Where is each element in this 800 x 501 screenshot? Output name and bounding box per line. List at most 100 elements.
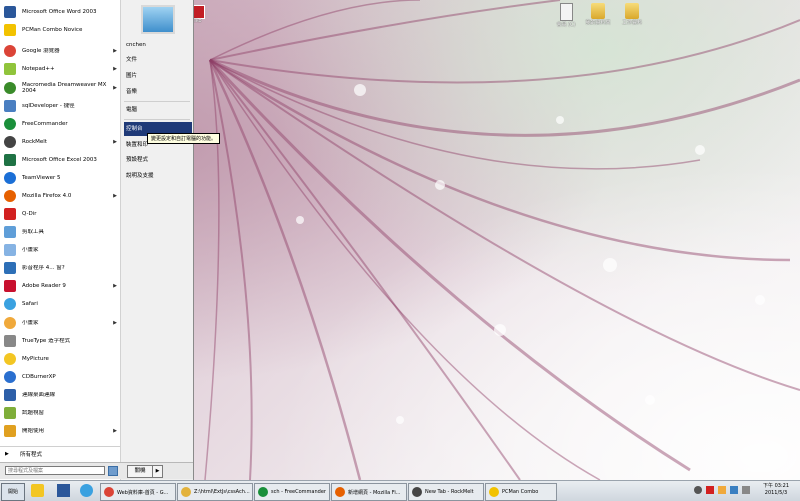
notepad-icon (4, 63, 16, 75)
folder-icon (625, 3, 639, 19)
font-editor-icon (4, 335, 16, 347)
menu-item-pictures[interactable]: 圖片 (124, 69, 192, 83)
taskbar-window[interactable]: sch - FreeCommander (254, 483, 330, 501)
chrome-icon (104, 487, 114, 497)
program-item[interactable]: TeamViewer 5 (0, 169, 120, 187)
folder-icon (181, 487, 191, 497)
program-item[interactable]: Notepad++ ▶ (0, 60, 120, 78)
volume-icon[interactable] (742, 486, 750, 494)
program-list: Microsoft Office Word 2003 PCMan Combo N… (0, 0, 121, 480)
menu-item-documents[interactable]: 文件 (124, 53, 192, 67)
program-item[interactable]: 試題視窗 (0, 404, 120, 422)
tooltip: 變更設定和自訂電腦的功能。 (147, 133, 221, 144)
network-icon[interactable] (730, 486, 738, 494)
taskbar-window[interactable]: 新增網頁 - Mozilla Fi... (331, 483, 407, 501)
desktop-folder-icon[interactable]: 工作資料 (614, 3, 650, 26)
remote-desktop-icon (4, 389, 16, 401)
clock[interactable]: 下午 03:21 2011/5/3 (755, 483, 797, 497)
accessory-icon (4, 317, 16, 329)
taskbar-window[interactable]: Z:\html\ExtJs\cssAch... (177, 483, 253, 501)
freecommander-icon (4, 118, 16, 130)
program-item[interactable]: 小畫家 ▶ (0, 314, 120, 332)
all-programs-button[interactable]: ▶ 所有程式 (0, 446, 120, 461)
chevron-right-icon: ▶ (155, 468, 160, 474)
search-input[interactable] (5, 466, 105, 475)
submenu-arrow-icon: ▶ (113, 320, 117, 326)
excel-icon (4, 154, 16, 166)
taskbar-window[interactable]: New Tab - RockMelt (408, 483, 484, 501)
menu-item-music[interactable]: 音樂 (124, 85, 192, 99)
program-item[interactable]: Microsoft Office Word 2003 (0, 3, 120, 21)
cdburner-icon (4, 371, 16, 383)
desktop-folder-icon[interactable]: 我的資料夾 (580, 3, 616, 26)
user-picture[interactable] (141, 5, 175, 34)
safari-icon (4, 298, 16, 310)
app-icon (4, 407, 16, 419)
program-item[interactable]: FreeCommander (0, 115, 120, 133)
mypicture-icon (4, 353, 16, 365)
menu-item-help[interactable]: 說明及支援 (124, 169, 192, 183)
program-item[interactable]: 連線桌面連線 (0, 386, 120, 404)
submenu-arrow-icon: ▶ (113, 85, 117, 91)
tray-app-icon[interactable] (706, 486, 714, 494)
getting-started-icon (4, 425, 16, 437)
taskbar-window[interactable]: Web資料庫-首頁 - G... (100, 483, 176, 501)
submenu-arrow-icon: ▶ (113, 66, 117, 72)
taskbar: 開始 Web資料庫-首頁 - G... Z:\html\ExtJs\cssAch… (0, 480, 800, 501)
program-item[interactable]: 小畫家 (0, 241, 120, 259)
program-item[interactable]: MyPicture (0, 350, 120, 368)
program-item[interactable]: Microsoft Office Excel 2003 (0, 151, 120, 169)
program-item[interactable]: RockMelt ▶ (0, 133, 120, 151)
start-menu: Microsoft Office Word 2003 PCMan Combo N… (0, 0, 221, 480)
word-icon[interactable] (57, 484, 70, 497)
program-item[interactable]: 剪取工具 (0, 223, 120, 241)
submenu-arrow-icon: ▶ (113, 139, 117, 145)
explorer-icon[interactable] (31, 484, 44, 497)
shutdown-options-button[interactable]: ▶ (152, 465, 163, 478)
ie-icon[interactable] (80, 484, 93, 497)
program-item[interactable]: 影音程序 4... 窗? (0, 259, 120, 277)
dreamweaver-icon (4, 82, 16, 94)
app-shortcut-icon[interactable] (193, 5, 205, 19)
menu-item-default-programs[interactable]: 預設程式 (124, 153, 192, 167)
qdir-icon (4, 208, 16, 220)
program-item[interactable]: sqlDeveloper - 捷徑 (0, 97, 120, 115)
program-item[interactable]: Google 瀏覽器 ▶ (0, 42, 120, 60)
document-icon (559, 3, 573, 21)
app-icon (4, 6, 16, 18)
firefox-icon (335, 487, 345, 497)
menu-item-computer[interactable]: 電腦 (124, 103, 192, 117)
submenu-arrow-icon: ▶ (113, 48, 117, 54)
program-item[interactable]: TrueType 造字程式 (0, 332, 120, 350)
program-item[interactable]: Q-Dir (0, 205, 120, 223)
program-item[interactable]: PCMan Combo Novice (0, 21, 120, 39)
search-icon[interactable] (108, 466, 118, 476)
tray-app-icon[interactable] (694, 486, 702, 494)
start-button[interactable]: 開始 (1, 483, 25, 501)
app-icon (4, 24, 16, 36)
desktop-doc-icon[interactable]: 會員 (C) (548, 3, 584, 28)
pcman-icon (489, 487, 499, 497)
submenu-arrow-icon: ▶ (113, 428, 117, 434)
program-item[interactable]: Macromedia Dreamweaver MX 2004 ▶ (0, 79, 120, 97)
rockmelt-icon (412, 487, 422, 497)
snipping-tool-icon (4, 226, 16, 238)
menu-divider (124, 119, 190, 120)
firefox-icon (4, 190, 16, 202)
menu-item-user[interactable]: cnchen (124, 38, 192, 52)
program-item[interactable]: Adobe Reader 9 ▶ (0, 277, 120, 295)
taskbar-window[interactable]: PCMan Combo (485, 483, 557, 501)
program-item[interactable]: Mozilla Firefox 4.0 ▶ (0, 187, 120, 205)
program-item[interactable]: Safari (0, 295, 120, 313)
rockmelt-icon (4, 136, 16, 148)
program-item[interactable]: CDBurnerXP (0, 368, 120, 386)
program-item[interactable]: 開始使用 ▶ (0, 422, 120, 440)
menu-divider (124, 101, 190, 102)
chrome-icon (4, 45, 16, 57)
teamviewer-icon (4, 172, 16, 184)
freecommander-icon (258, 487, 268, 497)
adobe-reader-icon (4, 280, 16, 292)
flag-icon[interactable] (718, 486, 726, 494)
shutdown-button[interactable]: 關機 (127, 465, 153, 478)
submenu-arrow-icon: ▶ (113, 283, 117, 289)
